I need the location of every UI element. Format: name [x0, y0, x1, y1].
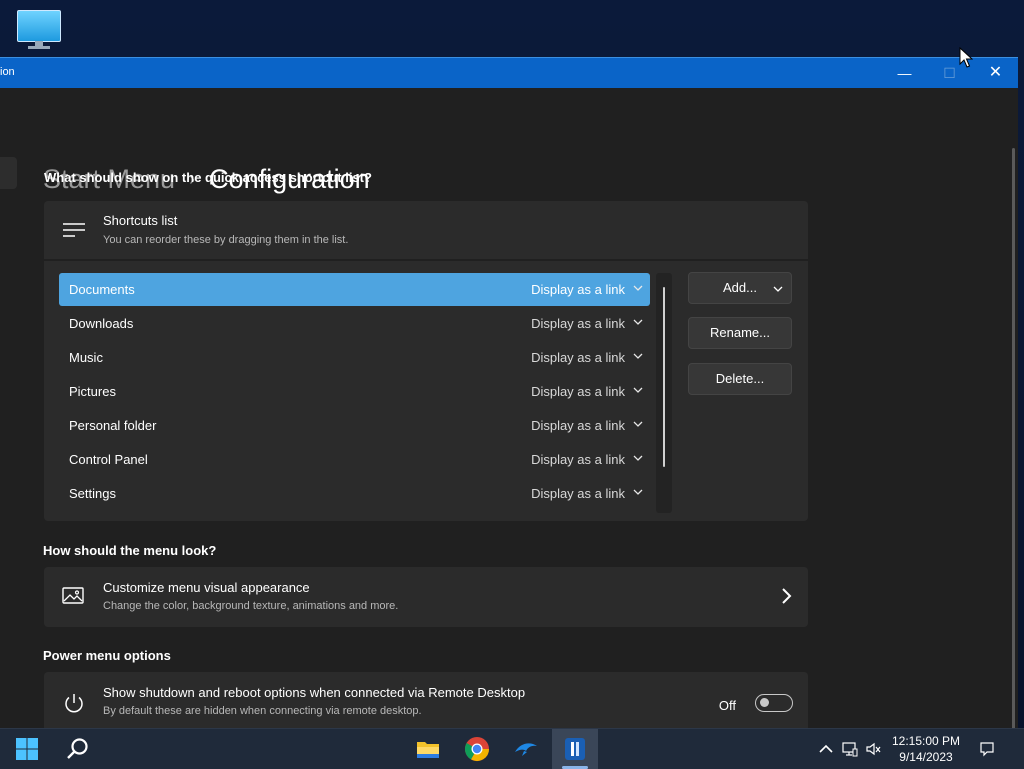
- chevron-down-icon[interactable]: [633, 352, 643, 360]
- chevron-down-icon[interactable]: [633, 318, 643, 326]
- nav-pane-edge[interactable]: [0, 157, 17, 189]
- shortcut-label: Documents: [69, 282, 135, 297]
- shortcuts-card-header: Shortcuts list You can reorder these by …: [44, 201, 808, 259]
- start-icon[interactable]: [13, 735, 41, 763]
- shortcut-label: Music: [69, 350, 103, 365]
- shortcut-row[interactable]: Settings Display as a link: [59, 477, 650, 510]
- rename-button[interactable]: Rename...: [688, 317, 792, 349]
- remote-desktop-power-toggle[interactable]: [755, 694, 793, 712]
- chevron-down-icon: [773, 286, 783, 292]
- power-card-title: Show shutdown and reboot options when co…: [103, 685, 526, 700]
- close-button[interactable]: ✕: [973, 58, 1018, 88]
- display-mode-dropdown[interactable]: Display as a link: [531, 282, 625, 297]
- shortcut-label: Pictures: [69, 384, 116, 399]
- display-mode-dropdown[interactable]: Display as a link: [531, 452, 625, 467]
- shortcut-row[interactable]: Music Display as a link: [59, 341, 650, 374]
- shortcuts-card-subtitle: You can reorder these by dragging them i…: [103, 234, 349, 246]
- power-section-heading: Power menu options: [43, 648, 171, 663]
- display-mode-dropdown[interactable]: Display as a link: [531, 418, 625, 433]
- add-button-label: Add...: [723, 280, 757, 295]
- shortcut-label: Downloads: [69, 316, 134, 331]
- display-mode-dropdown[interactable]: Display as a link: [531, 384, 625, 399]
- chevron-down-icon[interactable]: [633, 284, 643, 292]
- window-titlebar[interactable]: ion — ☐ ✕: [0, 58, 1018, 88]
- shortcut-row[interactable]: Control Panel Display as a link: [59, 443, 650, 476]
- this-pc-desktop-icon[interactable]: [17, 10, 61, 50]
- shortcut-label: Personal folder: [69, 418, 157, 433]
- list-lines-icon: [63, 223, 85, 237]
- window-title: ion: [0, 66, 15, 78]
- dolphin-icon[interactable]: [512, 735, 540, 763]
- volume-muted-icon[interactable]: [865, 741, 881, 757]
- search-icon[interactable]: [64, 735, 92, 763]
- shortcut-label: Settings: [69, 486, 116, 501]
- image-icon: [62, 587, 84, 604]
- chevron-right-icon: [782, 588, 792, 604]
- system-clock[interactable]: 12:15:00 PM 9/14/2023: [880, 733, 972, 765]
- file-explorer-icon[interactable]: [414, 735, 442, 763]
- shortcut-row[interactable]: Documents Display as a link: [59, 273, 650, 306]
- shortcut-list-scrollbar[interactable]: [656, 273, 672, 513]
- scroll-thumb[interactable]: [663, 287, 665, 467]
- chevron-down-icon[interactable]: [633, 488, 643, 496]
- display-mode-dropdown[interactable]: Display as a link: [531, 486, 625, 501]
- delete-button-label: Delete...: [715, 371, 765, 386]
- monitor-base: [28, 46, 50, 49]
- power-card-subtitle: By default these are hidden when connect…: [103, 705, 422, 717]
- shortcuts-section-heading: What should show on the quick access sho…: [44, 170, 372, 185]
- taskbar: 12:15:00 PM 9/14/2023: [0, 728, 1024, 769]
- look-section-heading: How should the menu look?: [43, 543, 217, 558]
- power-icon: [65, 694, 83, 713]
- shortcut-label: Control Panel: [69, 452, 148, 467]
- appearance-card-subtitle: Change the color, background texture, an…: [103, 600, 399, 612]
- settings-window: ion — ☐ ✕ Start Menu › Configuration What …: [0, 57, 1018, 768]
- appearance-card-title: Customize menu visual appearance: [103, 580, 310, 595]
- chevron-down-icon[interactable]: [633, 454, 643, 462]
- toggle-knob: [760, 698, 769, 707]
- shortcuts-card-title: Shortcuts list: [103, 213, 178, 228]
- chevron-up-icon[interactable]: [818, 741, 834, 757]
- chrome-icon[interactable]: [463, 735, 491, 763]
- clock-date: 9/14/2023: [899, 750, 953, 764]
- add-button[interactable]: Add...: [688, 272, 792, 304]
- chevron-down-icon[interactable]: [633, 386, 643, 394]
- appearance-card[interactable]: Customize menu visual appearance Change …: [44, 567, 808, 627]
- chevron-down-icon[interactable]: [633, 420, 643, 428]
- notifications-icon[interactable]: [979, 741, 995, 757]
- minimize-button[interactable]: —: [882, 58, 927, 88]
- app-icon[interactable]: [561, 735, 589, 763]
- mouse-cursor-icon: [959, 47, 973, 68]
- power-card: Show shutdown and reboot options when co…: [44, 672, 808, 730]
- rename-button-label: Rename...: [710, 325, 770, 340]
- shortcut-row[interactable]: Pictures Display as a link: [59, 375, 650, 408]
- shortcut-row[interactable]: Downloads Display as a link: [59, 307, 650, 340]
- clock-time: 12:15:00 PM: [891, 734, 961, 748]
- display-mode-dropdown[interactable]: Display as a link: [531, 316, 625, 331]
- toggle-state-label: Off: [718, 698, 736, 713]
- network-icon[interactable]: [842, 741, 858, 757]
- display-mode-dropdown[interactable]: Display as a link: [531, 350, 625, 365]
- monitor-screen: [17, 10, 61, 42]
- delete-button[interactable]: Delete...: [688, 363, 792, 395]
- window-scrollbar[interactable]: [1012, 148, 1015, 768]
- shortcut-row[interactable]: Personal folder Display as a link: [59, 409, 650, 442]
